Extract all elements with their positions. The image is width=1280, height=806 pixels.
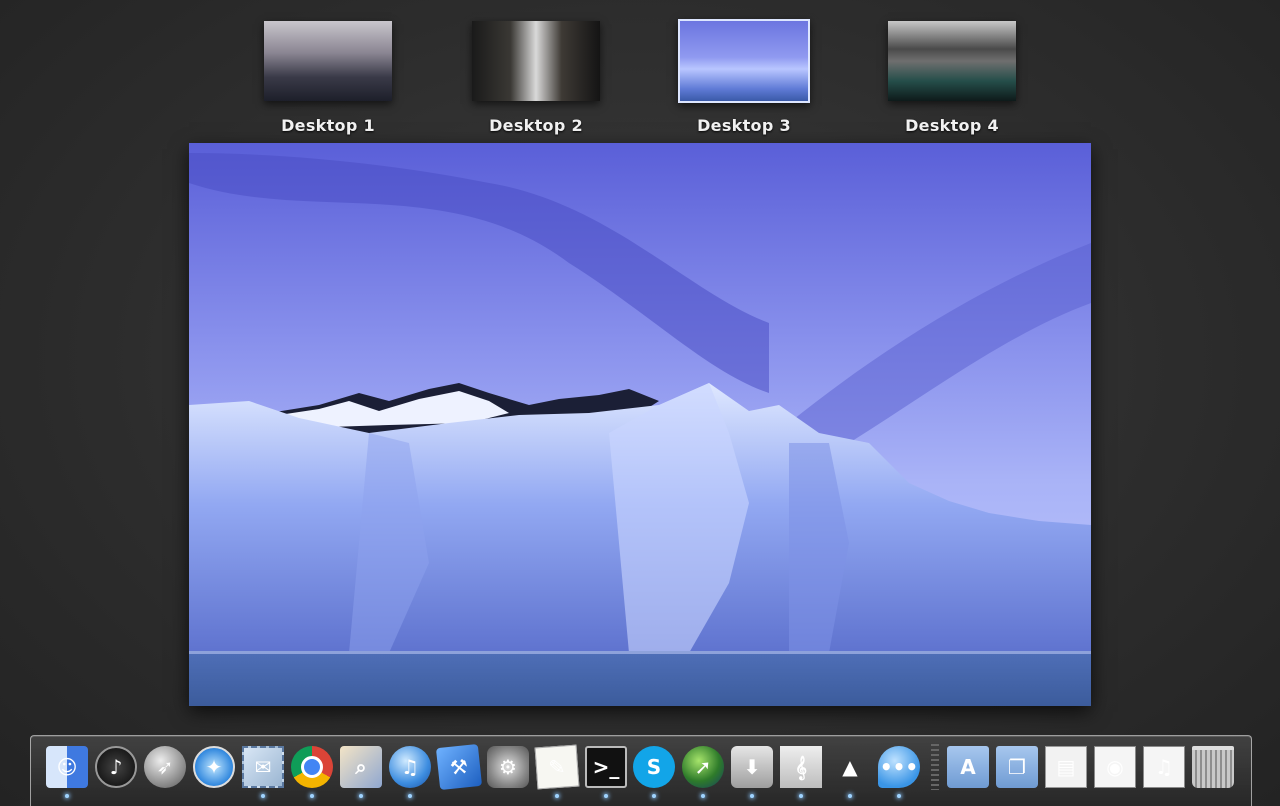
itunes-window-icon: ♫ [1143, 746, 1185, 788]
dock-item-documents-folder[interactable]: ❐ [994, 744, 1040, 790]
dock-item-system-preferences[interactable]: ⚙ [485, 744, 531, 790]
dock-item-textedit[interactable]: ✎ [534, 744, 580, 798]
dock-item-safari[interactable]: ✦ [191, 744, 237, 790]
transmission-icon: ⬇ [731, 746, 773, 788]
running-indicator [408, 794, 412, 798]
dock-item-xcode[interactable]: ⚒ [435, 743, 483, 791]
space-label: Desktop 3 [697, 116, 791, 135]
mail-icon: ✉ [242, 746, 284, 788]
desktop-4-wallpaper [888, 21, 1016, 101]
desktop-1-wallpaper [264, 21, 392, 101]
running-indicator [750, 794, 754, 798]
terminal-icon: >_ [585, 746, 627, 788]
running-indicator [701, 794, 705, 798]
dock-item-preview[interactable]: ⌕ [338, 744, 384, 798]
running-indicator [555, 794, 559, 798]
dock-item-trash[interactable] [1190, 744, 1236, 790]
dock-item-launchpad[interactable]: ➶ [142, 744, 188, 790]
preview-icon: ⌕ [340, 746, 382, 788]
space-thumbnail-desktop-3[interactable]: Desktop 3 [678, 19, 810, 135]
running-indicator [65, 794, 69, 798]
spaces-bar: Desktop 1 Desktop 2 Desktop 3 Desktop 4 [0, 0, 1280, 140]
dock-item-globe-app[interactable]: ➚ [680, 744, 726, 798]
space-thumbnail-desktop-4[interactable]: Desktop 4 [888, 21, 1016, 135]
dock-item-vlc[interactable]: ▲ [827, 744, 873, 798]
dashboard-icon: ♪ [95, 746, 137, 788]
documents-folder-icon: ❐ [996, 746, 1038, 788]
glacier-wallpaper [189, 143, 1091, 706]
space-label: Desktop 4 [905, 116, 999, 135]
current-desktop-preview[interactable] [189, 143, 1091, 706]
dock-item-transmission[interactable]: ⬇ [729, 744, 775, 798]
chrome-icon [291, 746, 333, 788]
safari-icon: ✦ [193, 746, 235, 788]
space-thumbnail-desktop-2[interactable]: Desktop 2 [472, 21, 600, 135]
running-indicator [848, 794, 852, 798]
dock-item-itunes-window[interactable]: ♫ [1141, 744, 1187, 790]
trash-icon [1192, 746, 1234, 788]
chrome-window-icon: ◉ [1094, 746, 1136, 788]
downloads-stack-icon: ▤ [1045, 746, 1087, 788]
dock-item-musescore[interactable]: 𝄞 [778, 744, 824, 798]
dock-item-mail[interactable]: ✉ [240, 744, 286, 798]
system-preferences-icon: ⚙ [487, 746, 529, 788]
dock-item-downloads-stack[interactable]: ▤ [1043, 744, 1089, 790]
dock-item-messages[interactable]: ••• [876, 744, 922, 798]
dock: ☺ ♪ ➶ ✦ ✉ ⌕ ♫ ⚒ ⚙ ✎ >_ S ➚ ⬇ 𝄞 ▲ ••• A ❐… [30, 735, 1252, 806]
running-indicator [310, 794, 314, 798]
desktop-2-wallpaper [472, 21, 600, 101]
running-indicator [604, 794, 608, 798]
textedit-icon: ✎ [534, 744, 580, 790]
dock-item-applications-folder[interactable]: A [945, 744, 991, 790]
dock-item-terminal[interactable]: >_ [583, 744, 629, 798]
applications-folder-icon: A [947, 746, 989, 788]
messages-icon: ••• [878, 746, 920, 788]
running-indicator [261, 794, 265, 798]
dock-item-dashboard[interactable]: ♪ [93, 744, 139, 790]
globe-app-icon: ➚ [682, 746, 724, 788]
finder-icon: ☺ [46, 746, 88, 788]
musescore-icon: 𝄞 [780, 746, 822, 788]
skype-icon: S [633, 746, 675, 788]
space-thumbnail-desktop-1[interactable]: Desktop 1 [264, 21, 392, 135]
running-indicator [652, 794, 656, 798]
launchpad-icon: ➶ [144, 746, 186, 788]
running-indicator [897, 794, 901, 798]
running-indicator [359, 794, 363, 798]
vlc-icon: ▲ [842, 755, 858, 779]
running-indicator [799, 794, 803, 798]
xcode-icon: ⚒ [435, 743, 483, 791]
dock-item-finder[interactable]: ☺ [44, 744, 90, 798]
space-label: Desktop 2 [489, 116, 583, 135]
dock-separator [931, 744, 939, 790]
dock-item-chrome[interactable] [289, 744, 335, 798]
dock-item-itunes[interactable]: ♫ [387, 744, 433, 798]
desktop-3-wallpaper [678, 19, 810, 103]
space-label: Desktop 1 [281, 116, 375, 135]
itunes-icon: ♫ [389, 746, 431, 788]
dock-item-skype[interactable]: S [631, 744, 677, 798]
dock-item-chrome-window[interactable]: ◉ [1092, 744, 1138, 790]
